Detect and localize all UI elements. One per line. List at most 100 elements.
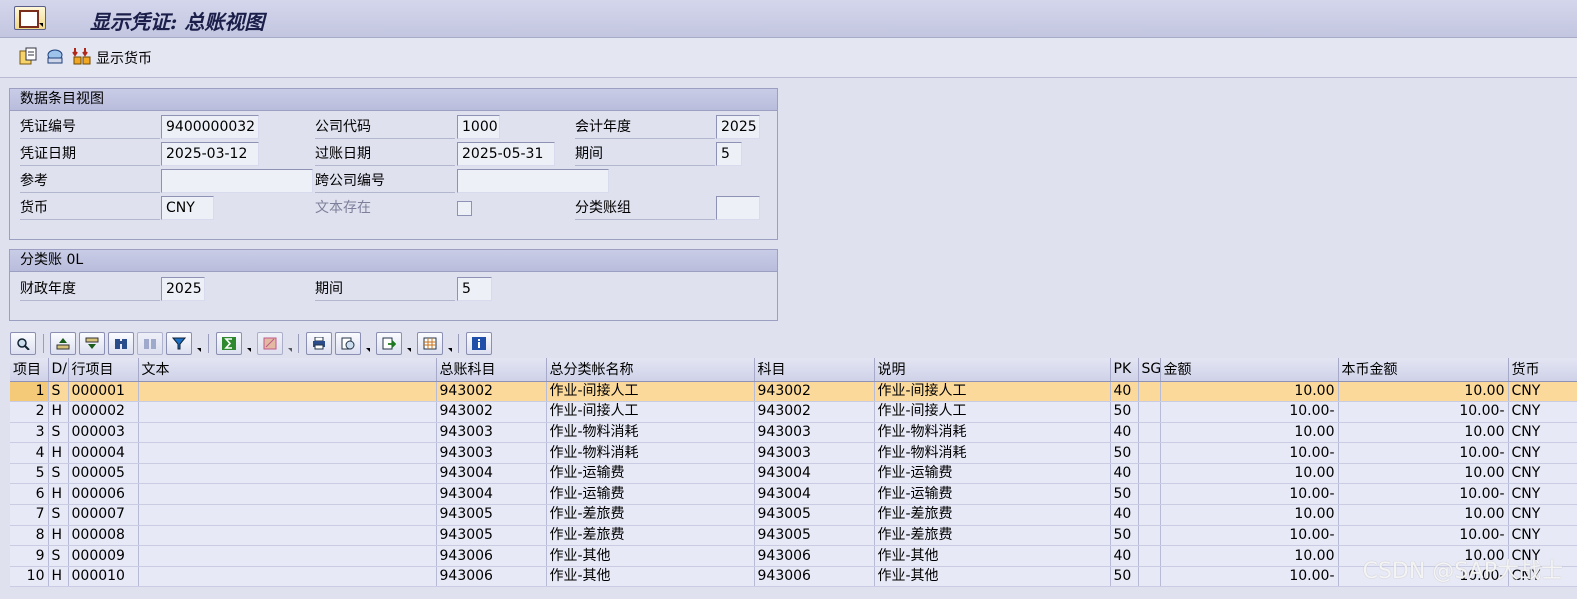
- table-cell[interactable]: 000006: [68, 483, 139, 506]
- sort-ascending-button[interactable]: [50, 332, 76, 355]
- doc-date-field[interactable]: 2025-03-12: [161, 142, 259, 166]
- table-cell[interactable]: 作业-运输费: [874, 463, 1111, 485]
- ledger-fiscal-year-field[interactable]: 2025: [161, 277, 205, 301]
- col-account[interactable]: 科目: [754, 358, 875, 382]
- menu-icon[interactable]: [14, 6, 46, 30]
- views-button[interactable]: [335, 332, 370, 355]
- col-currency[interactable]: 货币: [1508, 358, 1577, 382]
- text-exists-checkbox[interactable]: [457, 201, 472, 216]
- posting-date-field[interactable]: 2025-05-31: [457, 142, 555, 166]
- table-row[interactable]: 1 S 000001 943002 作业-间接人工 943002 作业-间接人工 40 10.0…: [10, 381, 1577, 403]
- table-cell[interactable]: [138, 504, 437, 526]
- table-cell[interactable]: [1138, 525, 1161, 547]
- table-cell[interactable]: 作业-其他: [546, 566, 755, 588]
- table-cell[interactable]: 作业-运输费: [874, 483, 1111, 506]
- table-cell[interactable]: [138, 422, 437, 444]
- table-cell[interactable]: 10.00: [1338, 504, 1509, 526]
- table-row[interactable]: 9 S 000009 943006 作业-其他 943006 作业-其他 40 10.00 10.…: [10, 545, 1577, 567]
- table-cell[interactable]: 40: [1110, 422, 1139, 444]
- table-cell[interactable]: H: [48, 483, 69, 506]
- col-line-item[interactable]: 行项目: [68, 358, 139, 382]
- table-cell[interactable]: 作业-运输费: [546, 483, 755, 506]
- table-cell[interactable]: 943002: [436, 401, 547, 423]
- table-cell[interactable]: CNY: [1508, 463, 1577, 485]
- display-currency-button[interactable]: 显示货币: [96, 48, 152, 68]
- table-row[interactable]: 4 H 000004 943003 作业-物料消耗 943003 作业-物料消耗 50 10.0…: [10, 442, 1577, 464]
- print-button[interactable]: [306, 332, 332, 355]
- table-cell[interactable]: 50: [1110, 525, 1139, 547]
- table-cell[interactable]: 000005: [68, 463, 139, 485]
- table-cell[interactable]: 000002: [68, 401, 139, 423]
- table-cell[interactable]: 000007: [68, 504, 139, 526]
- table-cell[interactable]: 10.00-: [1338, 525, 1509, 547]
- table-cell[interactable]: 10.00: [1160, 422, 1339, 444]
- table-cell[interactable]: [1138, 422, 1161, 444]
- table-cell[interactable]: 作业-间接人工: [874, 381, 1111, 403]
- table-cell[interactable]: 50: [1110, 442, 1139, 464]
- table-cell[interactable]: 10.00-: [1160, 483, 1339, 506]
- details-button[interactable]: [10, 332, 36, 355]
- table-cell[interactable]: 作业-差旅费: [546, 504, 755, 526]
- table-cell[interactable]: [1138, 504, 1161, 526]
- table-cell[interactable]: H: [48, 566, 69, 588]
- table-cell[interactable]: 作业-物料消耗: [874, 442, 1111, 464]
- col-text[interactable]: 文本: [138, 358, 437, 382]
- table-cell[interactable]: 943005: [436, 525, 547, 547]
- table-cell[interactable]: 10.00-: [1160, 525, 1339, 547]
- table-cell[interactable]: 943003: [754, 422, 875, 444]
- table-cell[interactable]: 943005: [754, 525, 875, 547]
- table-cell[interactable]: 000009: [68, 545, 139, 567]
- table-cell[interactable]: 10.00: [1160, 545, 1339, 567]
- table-cell[interactable]: 943002: [754, 401, 875, 423]
- col-pk[interactable]: PK: [1110, 358, 1139, 382]
- currency-field[interactable]: CNY: [161, 196, 214, 220]
- table-cell[interactable]: CNY: [1508, 483, 1577, 506]
- col-local-amount[interactable]: 本币金额: [1338, 358, 1509, 382]
- col-amount[interactable]: 金额: [1160, 358, 1339, 382]
- table-cell[interactable]: 作业-其他: [874, 545, 1111, 567]
- table-cell[interactable]: CNY: [1508, 422, 1577, 444]
- table-cell[interactable]: 10.00-: [1338, 401, 1509, 423]
- table-cell[interactable]: [138, 525, 437, 547]
- table-cell[interactable]: 作业-其他: [874, 566, 1111, 588]
- table-cell[interactable]: 1: [10, 381, 49, 403]
- col-description[interactable]: 说明: [874, 358, 1111, 382]
- table-cell[interactable]: H: [48, 401, 69, 423]
- table-cell[interactable]: [1138, 463, 1161, 485]
- table-cell[interactable]: 943004: [754, 463, 875, 485]
- table-cell[interactable]: 2: [10, 401, 49, 423]
- table-cell[interactable]: 10.00-: [1160, 566, 1339, 588]
- table-cell[interactable]: 943005: [754, 504, 875, 526]
- table-cell[interactable]: [138, 566, 437, 588]
- table-cell[interactable]: [1138, 401, 1161, 423]
- table-cell[interactable]: 7: [10, 504, 49, 526]
- table-cell[interactable]: 4: [10, 442, 49, 464]
- table-cell[interactable]: 943002: [754, 381, 875, 403]
- col-dc[interactable]: D/: [48, 358, 69, 382]
- table-cell[interactable]: 作业-物料消耗: [546, 422, 755, 444]
- table-row[interactable]: 6 H 000006 943004 作业-运输费 943004 作业-运输费 50 10.00-…: [10, 483, 1577, 506]
- table-cell[interactable]: 943003: [436, 442, 547, 464]
- find-next-button[interactable]: [137, 332, 163, 355]
- table-cell[interactable]: S: [48, 545, 69, 567]
- table-cell[interactable]: 000008: [68, 525, 139, 547]
- table-cell[interactable]: CNY: [1508, 525, 1577, 547]
- table-cell[interactable]: S: [48, 381, 69, 403]
- table-cell[interactable]: 000001: [68, 381, 139, 403]
- table-row[interactable]: 2 H 000002 943002 作业-间接人工 943002 作业-间接人工 50 10.0…: [10, 401, 1577, 423]
- table-cell[interactable]: [1138, 483, 1161, 506]
- table-cell[interactable]: 作业-间接人工: [874, 401, 1111, 423]
- table-cell[interactable]: S: [48, 463, 69, 485]
- col-gl-name[interactable]: 总分类帐名称: [546, 358, 755, 382]
- table-cell[interactable]: 943006: [754, 545, 875, 567]
- table-cell[interactable]: 10.00: [1160, 463, 1339, 485]
- table-cell[interactable]: 943006: [436, 545, 547, 567]
- table-cell[interactable]: CNY: [1508, 504, 1577, 526]
- table-cell[interactable]: 3: [10, 422, 49, 444]
- currency-toggle-icon[interactable]: [72, 46, 92, 66]
- table-cell[interactable]: [138, 545, 437, 567]
- table-cell[interactable]: CNY: [1508, 381, 1577, 403]
- ledger-group-field[interactable]: [716, 196, 760, 220]
- layout-button[interactable]: [417, 332, 452, 355]
- table-cell[interactable]: 10.00-: [1338, 483, 1509, 506]
